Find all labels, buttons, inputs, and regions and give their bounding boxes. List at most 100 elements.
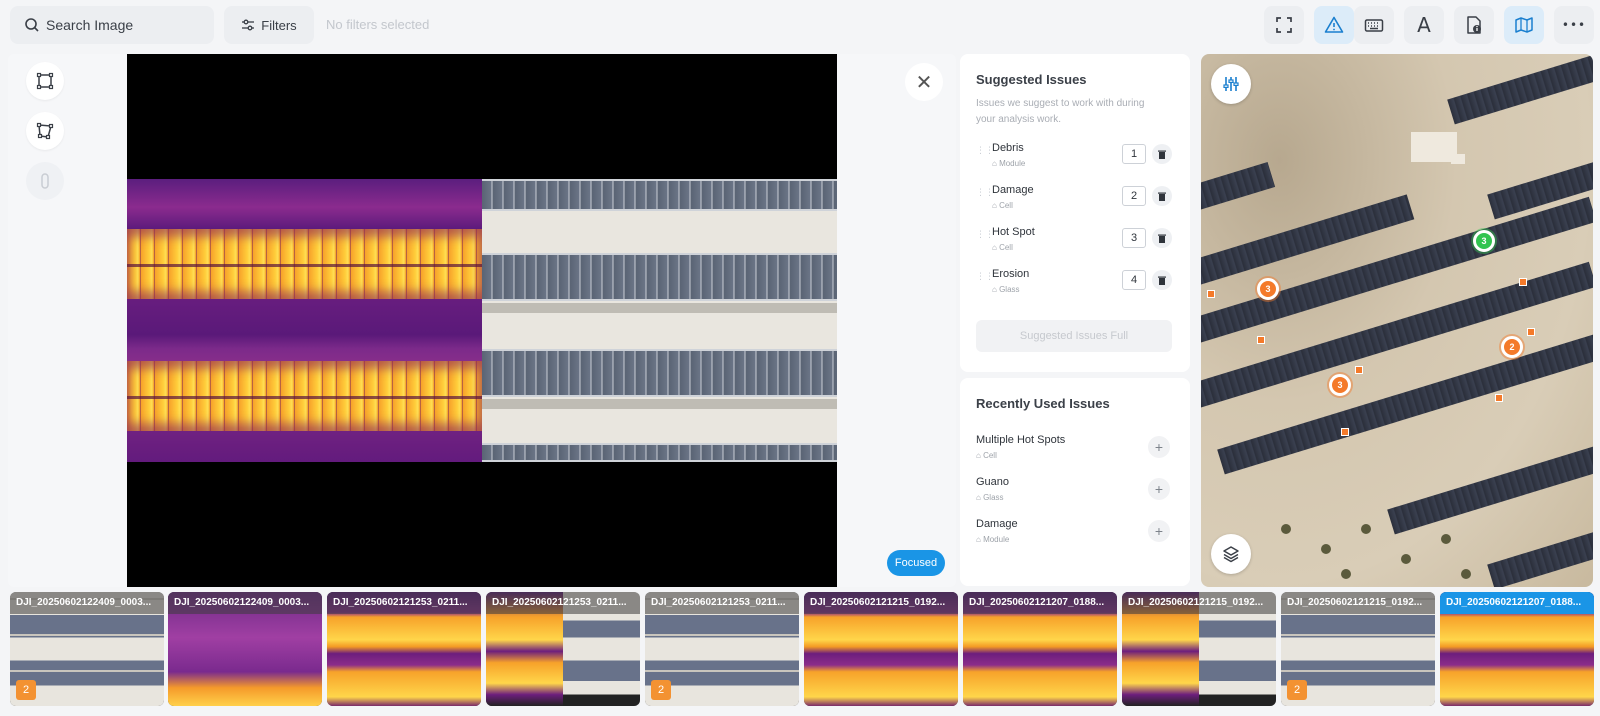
file-info-icon — [1467, 16, 1481, 34]
issue-count-badge: 2 — [651, 680, 671, 700]
issue-type: ⌂ Module — [992, 159, 1026, 168]
delete-issue-button[interactable] — [1152, 228, 1172, 248]
thumbnail-filename: DJI_20250602121207_0188... — [963, 592, 1117, 614]
issue-type: ⌂ Cell — [992, 201, 1013, 210]
issue-cluster-marker[interactable]: 3 — [1257, 278, 1279, 300]
close-viewer-button[interactable]: ✕ — [905, 63, 943, 101]
issue-name: Multiple Hot Spots — [976, 434, 1066, 446]
thumbnail-filename: DJI_20250602121253_0211... — [645, 592, 799, 614]
issue-count-badge: 2 — [16, 680, 36, 700]
map-tree — [1441, 534, 1451, 544]
add-issue-button[interactable]: + — [1148, 436, 1170, 458]
filters-status: No filters selected — [326, 17, 430, 32]
keyboard-button[interactable] — [1354, 6, 1394, 44]
bounding-box-icon — [36, 72, 54, 90]
thermal-row-divider — [127, 264, 482, 267]
polygon-tool-button[interactable] — [26, 112, 64, 150]
image-thumbnail[interactable]: DJI_20250602121215_0192... — [804, 592, 958, 706]
solar-panel-row — [482, 179, 837, 211]
warning-icon — [1324, 16, 1344, 33]
issue-type: ⌂ Glass — [992, 285, 1020, 294]
trash-icon — [1158, 234, 1166, 243]
fullscreen-button[interactable] — [1264, 6, 1304, 44]
issue-pin[interactable] — [1207, 290, 1215, 298]
image-thumbnail[interactable]: DJI_20250602121253_0211... — [327, 592, 481, 706]
map-tree — [1321, 544, 1331, 554]
drag-handle-icon[interactable]: ⋮⋮ — [976, 230, 994, 244]
image-info-button[interactable] — [1454, 6, 1494, 44]
drag-handle-icon[interactable]: ⋮⋮ — [976, 188, 994, 202]
rectangle-tool-button[interactable] — [26, 62, 64, 100]
issue-pin[interactable] — [1519, 278, 1527, 286]
suggested-issues-full-button[interactable]: Suggested Issues Full — [976, 320, 1172, 352]
thumbnail-filename: DJI_20250602121253_0211... — [486, 592, 640, 614]
image-thumbnail[interactable]: DJI_20250602122409_0003... 2 — [10, 592, 164, 706]
polygon-icon — [36, 122, 54, 140]
thumbnail-filename: DJI_20250602122409_0003... — [168, 592, 322, 614]
panel-shadow — [482, 399, 837, 409]
add-issue-button[interactable]: + — [1148, 520, 1170, 542]
issue-pin[interactable] — [1495, 394, 1503, 402]
pin-tool-button[interactable] — [26, 162, 64, 200]
recent-issue-damage[interactable]: Damage ⌂ Module + — [976, 518, 1176, 554]
map-toggle-button[interactable] — [1504, 6, 1544, 44]
image-thumbnail[interactable]: DJI_20250602121207_0188... — [1440, 592, 1594, 706]
image-thumbnail[interactable]: DJI_20250602121253_0211... — [486, 592, 640, 706]
filters-button[interactable]: Filters — [224, 6, 314, 44]
map-panel-row — [1387, 439, 1593, 535]
fullscreen-icon — [1276, 17, 1292, 33]
trash-icon — [1158, 192, 1166, 201]
delete-issue-button[interactable] — [1152, 270, 1172, 290]
suggested-issues-description: Issues we suggest to work with during yo… — [976, 98, 1145, 125]
map-panel-row — [1201, 162, 1276, 212]
recent-issue-multiple-hot-spots[interactable]: Multiple Hot Spots ⌂ Cell + — [976, 434, 1176, 470]
recent-issue-guano[interactable]: Guano ⌂ Glass + — [976, 476, 1176, 512]
issue-cluster-marker[interactable]: 2 — [1501, 336, 1523, 358]
issue-shortcut-key: 2 — [1122, 186, 1146, 206]
add-issue-button[interactable]: + — [1148, 478, 1170, 500]
suggested-issue-erosion[interactable]: ⋮⋮ Erosion ⌂ Glass 4 — [976, 268, 1176, 304]
map-tree — [1281, 524, 1291, 534]
issue-pin[interactable] — [1257, 336, 1265, 344]
map-icon — [1515, 17, 1533, 33]
image-thumbnail[interactable]: DJI_20250602121215_0192... — [1122, 592, 1276, 706]
suggested-issue-hot-spot[interactable]: ⋮⋮ Hot Spot ⌂ Cell 3 — [976, 226, 1176, 262]
main-image[interactable] — [127, 54, 837, 587]
sliders-icon — [1223, 77, 1239, 91]
image-thumbnail[interactable]: DJI_20250602121207_0188... — [963, 592, 1117, 706]
image-thumbnail[interactable]: DJI_20250602122409_0003... — [168, 592, 322, 706]
map-layers-button[interactable] — [1211, 534, 1251, 574]
filters-label: Filters — [261, 17, 297, 33]
issue-cluster-marker[interactable]: 3 — [1329, 374, 1351, 396]
suggested-issue-debris[interactable]: ⋮⋮ Debris ⌂ Module 1 — [976, 142, 1176, 178]
suggested-issue-damage[interactable]: ⋮⋮ Damage ⌂ Cell 2 — [976, 184, 1176, 220]
issue-name: Damage — [992, 184, 1034, 196]
issue-pin[interactable] — [1355, 366, 1363, 374]
recent-issues-title: Recently Used Issues — [976, 396, 1110, 411]
issue-type: ⌂ Cell — [992, 243, 1013, 252]
issue-name: Damage — [976, 518, 1018, 530]
focused-badge[interactable]: Focused — [887, 550, 945, 576]
trash-icon — [1158, 150, 1166, 159]
drag-handle-icon[interactable]: ⋮⋮ — [976, 146, 994, 160]
more-button[interactable]: ••• — [1554, 6, 1594, 44]
image-filmstrip: DJI_20250602122409_0003... 2 DJI_202506021… — [0, 592, 1600, 708]
thumbnail-filename: DJI_20250602122409_0003... — [10, 592, 164, 614]
image-thumbnail[interactable]: DJI_20250602121215_0192... 2 — [1281, 592, 1435, 706]
site-map[interactable]: 3 3 2 3 — [1201, 54, 1593, 587]
text-tool-button[interactable]: A — [1404, 6, 1444, 44]
drag-handle-icon[interactable]: ⋮⋮ — [976, 272, 994, 286]
image-thumbnail[interactable]: DJI_20250602121253_0211... 2 — [645, 592, 799, 706]
issues-toggle-button[interactable] — [1314, 6, 1354, 44]
map-settings-button[interactable] — [1211, 64, 1251, 104]
delete-issue-button[interactable] — [1152, 186, 1172, 206]
issue-name: Erosion — [992, 268, 1030, 280]
search-input[interactable]: Search Image — [10, 6, 214, 44]
suggested-issues-panel: Suggested Issues Issues we suggest to wo… — [960, 54, 1190, 372]
delete-issue-button[interactable] — [1152, 144, 1172, 164]
issue-pin[interactable] — [1527, 328, 1535, 336]
map-building — [1451, 154, 1465, 164]
issue-pin[interactable] — [1341, 428, 1349, 436]
issue-count-badge: 2 — [1287, 680, 1307, 700]
issue-cluster-marker[interactable]: 3 — [1473, 230, 1495, 252]
